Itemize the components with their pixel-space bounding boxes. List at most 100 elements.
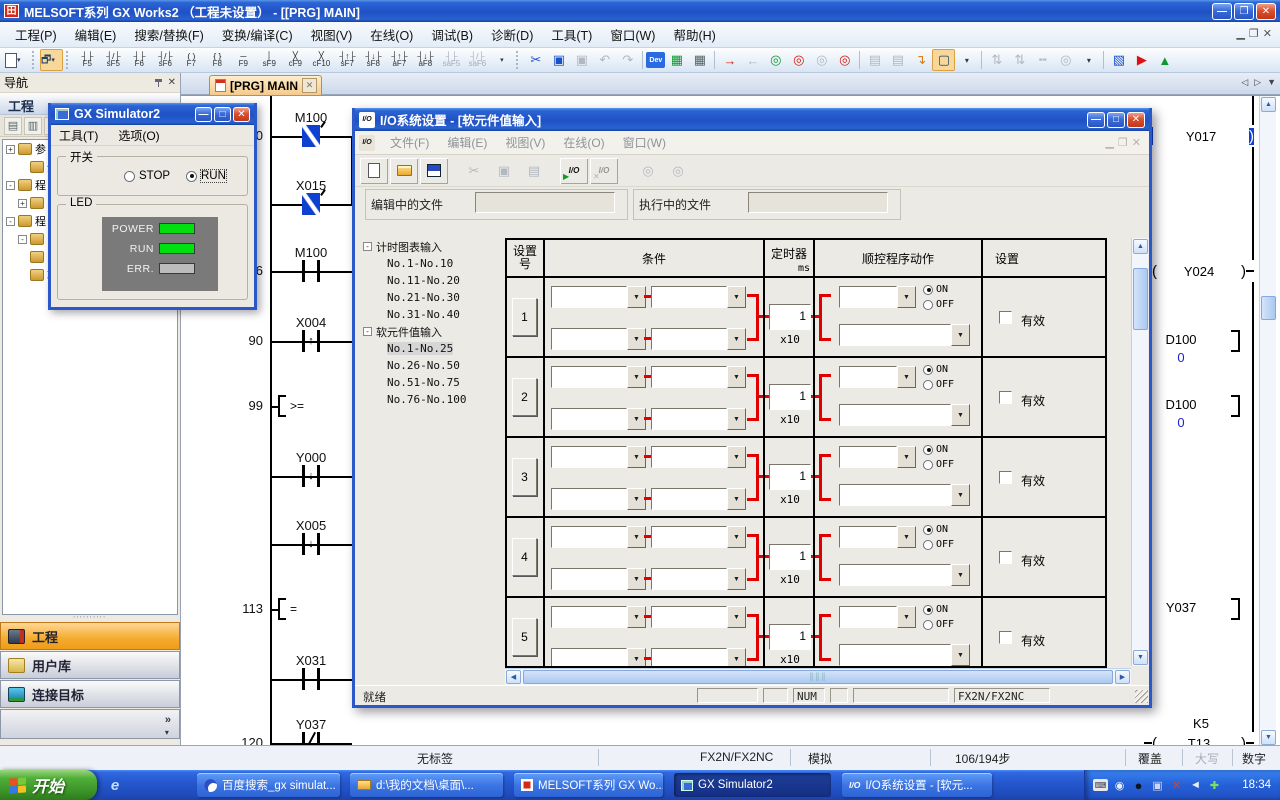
contact-m100-selected[interactable]	[302, 125, 320, 147]
toolbar-icon[interactable]: ◎	[810, 49, 833, 71]
find-replace-button[interactable]: ◎	[664, 158, 692, 184]
condition-value-combo[interactable]: ▼	[651, 366, 746, 388]
condition-device-combo[interactable]: ▼	[551, 488, 646, 510]
close-button[interactable]: ✕	[1256, 3, 1276, 20]
toolbar-icon[interactable]: ✂	[524, 49, 547, 71]
menu-item[interactable]: 视图(V)	[496, 131, 554, 154]
scroll-left-icon[interactable]: ◀	[506, 670, 521, 684]
toolbar-icon[interactable]: ◎	[787, 49, 810, 71]
action-device-combo[interactable]: ▼	[839, 446, 916, 468]
action-device-combo[interactable]: ▼	[839, 606, 916, 628]
menu-item[interactable]: 帮助(H)	[664, 22, 724, 47]
io-stop-button[interactable]: I/O✕	[590, 158, 618, 184]
action-device-combo[interactable]: ▼	[839, 366, 916, 388]
toolbar-icon[interactable]: ╍	[1031, 49, 1054, 71]
mdi-minimize-icon[interactable]: ▁	[1236, 27, 1244, 40]
toolbar-icon[interactable]: ▧	[1107, 49, 1130, 71]
restore-button[interactable]: ❐	[1234, 3, 1254, 20]
timer-value-field[interactable]: 1	[769, 384, 811, 410]
toolbar-icon[interactable]: ▾	[1077, 49, 1100, 71]
off-radio[interactable]: OFF	[923, 299, 954, 310]
tree-collapse-icon[interactable]: -	[363, 327, 372, 336]
condition-value-combo[interactable]: ▼	[651, 568, 746, 590]
tree-item[interactable]: No.76-No.100	[363, 391, 501, 408]
coil-y017[interactable]: Y017 )	[1144, 125, 1254, 147]
table-hscrollbar[interactable]: ◀ ║║║ ▶	[505, 668, 1131, 685]
tree-item[interactable]: No.1-No.10	[363, 255, 501, 272]
condition-value-combo[interactable]: ▼	[651, 328, 746, 350]
table-vscrollbar[interactable]: ▲ ▼	[1131, 238, 1148, 666]
ladder-symbol-button[interactable]: │sF9	[256, 49, 282, 72]
setting-no-cell[interactable]: 4	[512, 538, 537, 576]
volume-icon[interactable]: ◄	[1188, 778, 1203, 793]
editing-file-field[interactable]	[475, 192, 615, 213]
network-icon[interactable]: ▣	[1150, 778, 1165, 793]
ladder-symbol-button[interactable]: ┤↓├aF8	[412, 49, 438, 72]
valid-checkbox[interactable]	[999, 311, 1012, 324]
taskbar-item-gxworks[interactable]: MELSOFT系列 GX Wo...	[514, 773, 663, 797]
contact-x015-selected[interactable]	[302, 193, 320, 215]
nav-more-bar[interactable]: »▾	[0, 709, 180, 739]
off-radio[interactable]: OFF	[923, 619, 954, 630]
tab-close-icon[interactable]: ✕	[302, 78, 317, 93]
toolbar-icon[interactable]: →	[718, 49, 741, 71]
toolbar-icon[interactable]: ▤	[863, 49, 886, 71]
toolbar-icon[interactable]: ⇅	[985, 49, 1008, 71]
on-radio[interactable]: ON	[923, 604, 948, 615]
menu-item[interactable]: 编辑(E)	[438, 131, 496, 154]
network-error-icon[interactable]: ✕	[1169, 778, 1184, 793]
close-button[interactable]: ✕	[1127, 112, 1145, 128]
io-execute-button[interactable]: I/O▶	[560, 158, 588, 184]
setting-no-cell[interactable]: 5	[512, 618, 537, 656]
nav-button-user-library[interactable]: 用户库	[0, 651, 180, 679]
find-button[interactable]: ◎	[634, 158, 662, 184]
toolbar-icon[interactable]: ⇅	[1008, 49, 1031, 71]
contact-m100[interactable]	[302, 260, 320, 282]
cut-button[interactable]: ✂	[460, 158, 488, 184]
toolbar-icon[interactable]	[714, 51, 715, 69]
toolbar-icon[interactable]: ▶	[1130, 49, 1153, 71]
toolbar-icon[interactable]: ▣	[570, 49, 593, 71]
tree-expand-icon[interactable]: -	[6, 181, 15, 190]
toolbar-icon[interactable]: ◎	[833, 49, 856, 71]
ladder-symbol-button[interactable]: ┤/├sF6	[152, 49, 178, 72]
menu-item[interactable]: 诊断(D)	[482, 22, 542, 47]
toolbar-icon[interactable]	[981, 51, 982, 69]
tree-expand-icon[interactable]: -	[18, 235, 27, 244]
menu-item[interactable]: 搜索/替换(F)	[125, 22, 212, 47]
minimize-button[interactable]: —	[1087, 112, 1105, 128]
toolbar-icon[interactable]: ↴	[909, 49, 932, 71]
toolbar-icon[interactable]: ▢	[932, 49, 955, 71]
ladder-symbol-button[interactable]: ╳cF9	[282, 49, 308, 72]
toolbar-icon[interactable]: ↶	[593, 49, 616, 71]
run-radio[interactable]: RUN	[186, 170, 226, 182]
action-device-combo[interactable]: ▼	[839, 286, 916, 308]
valid-checkbox[interactable]	[999, 631, 1012, 644]
nav-button-connection[interactable]: 连接目标	[0, 680, 180, 708]
contact-x031[interactable]	[302, 668, 320, 690]
menu-item[interactable]: 窗口(W)	[614, 131, 675, 154]
menu-item[interactable]: 选项(O)	[116, 125, 161, 146]
taskbar-item-iosetting[interactable]: I/O I/O系统设置 - [软元...	[842, 773, 992, 797]
toolbar-icon[interactable]: ▤	[886, 49, 909, 71]
tray-clock[interactable]: 18:34	[1242, 779, 1280, 791]
compare-op[interactable]: >=	[278, 395, 304, 417]
menu-item[interactable]: 调试(B)	[422, 22, 482, 47]
condition-value-combo[interactable]: ▼	[651, 408, 746, 430]
tree-expand-icon[interactable]: +	[6, 145, 15, 154]
menu-item[interactable]: 工程(P)	[6, 22, 66, 47]
tree-item[interactable]: No.26-No.50	[363, 357, 501, 374]
menu-item[interactable]: 文件(F)	[381, 131, 438, 154]
toolbar-icon[interactable]: ▦	[688, 49, 711, 71]
toolbar-icon[interactable]: ▲	[1153, 49, 1176, 71]
nav-tool-icon[interactable]: ▤	[4, 117, 22, 135]
toolbar-icon[interactable]: ▣	[547, 49, 570, 71]
language-icon[interactable]: ◉	[1112, 778, 1127, 793]
valid-checkbox[interactable]	[999, 551, 1012, 564]
tree-item[interactable]: No.21-No.30	[363, 289, 501, 306]
tree-group-device-value[interactable]: - 软元件值输入	[363, 323, 501, 340]
tree-item[interactable]: No.31-No.40	[363, 306, 501, 323]
tree-collapse-icon[interactable]: -	[363, 242, 372, 251]
tab-scroll-right-icon[interactable]: ▷	[1254, 77, 1261, 88]
toolbar-overflow-icon[interactable]: ▾	[490, 49, 513, 71]
